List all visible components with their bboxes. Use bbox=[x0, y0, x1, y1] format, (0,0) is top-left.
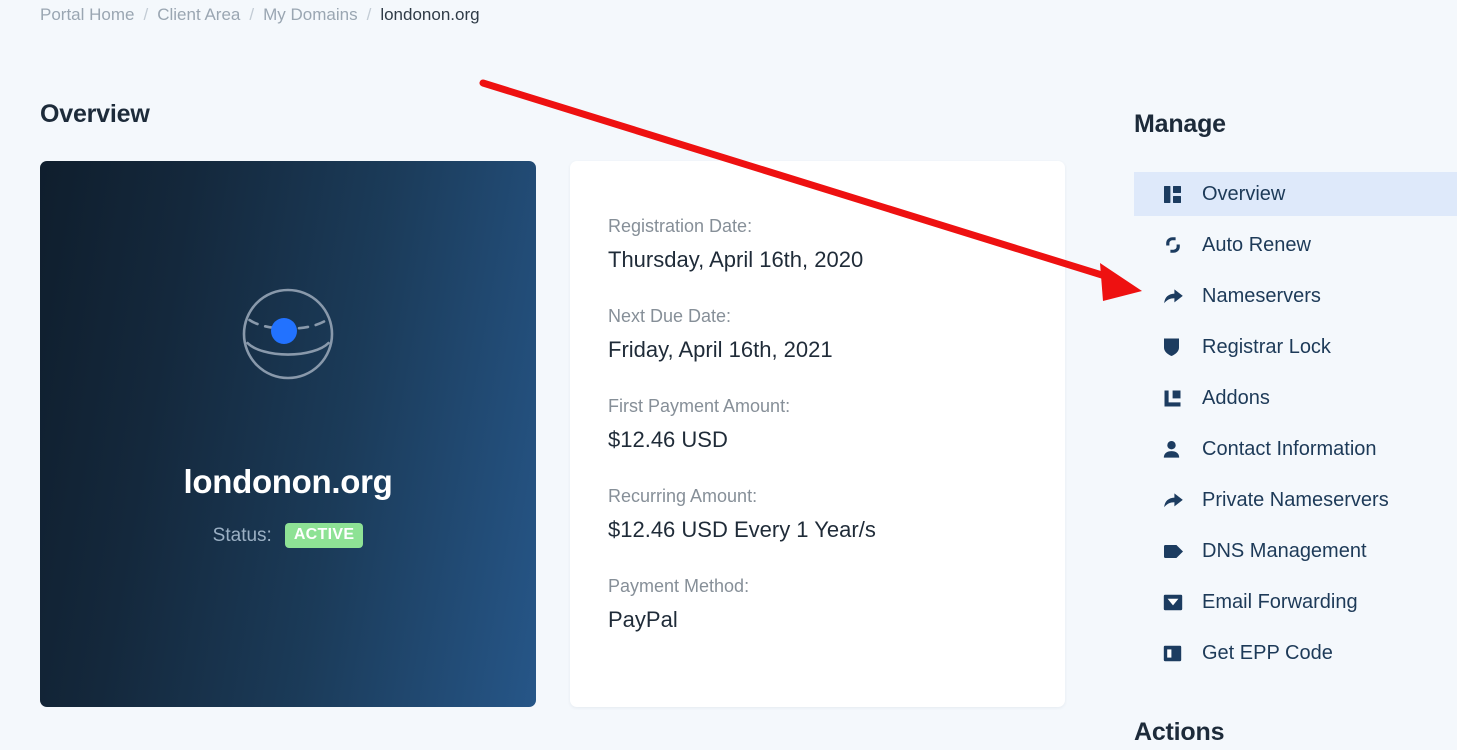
status-badge: ACTIVE bbox=[284, 523, 364, 548]
overview-cards-row: londonon.org Status: ACTIVE Registration… bbox=[40, 161, 1065, 707]
sidebar-item-auto-renew[interactable]: Auto Renew bbox=[1134, 223, 1457, 267]
addons-icon bbox=[1163, 389, 1193, 408]
detail-label: Next Due Date: bbox=[608, 306, 732, 326]
sidebar-item-label: Registrar Lock bbox=[1202, 336, 1331, 358]
sidebar-item-label: Private Nameservers bbox=[1202, 489, 1389, 511]
detail-field-next-due-date: Next Due Date: Friday, April 16th, 2021 bbox=[608, 303, 1065, 364]
sidebar-item-email-forwarding[interactable]: Email Forwarding bbox=[1134, 580, 1457, 624]
sidebar-item-label: Overview bbox=[1202, 183, 1286, 205]
page-title: Overview bbox=[40, 100, 150, 128]
sidebar-item-label: Auto Renew bbox=[1202, 234, 1311, 256]
detail-label: Payment Method: bbox=[608, 576, 750, 596]
detail-value: $12.46 USD bbox=[608, 427, 728, 452]
detail-value: Thursday, April 16th, 2020 bbox=[608, 247, 864, 272]
breadcrumb-item-current: londonon.org bbox=[380, 5, 480, 24]
detail-label: First Payment Amount: bbox=[608, 396, 791, 416]
breadcrumb-item-client-area[interactable]: Client Area bbox=[157, 3, 240, 27]
layout-columns-icon bbox=[1163, 185, 1193, 204]
sidebar-item-dns-management[interactable]: DNS Management bbox=[1134, 529, 1457, 573]
domain-summary-card: londonon.org Status: ACTIVE bbox=[40, 161, 536, 707]
domain-details-card: Registration Date: Thursday, April 16th,… bbox=[570, 161, 1065, 707]
sidebar-item-overview[interactable]: Overview bbox=[1134, 172, 1457, 216]
sidebar-item-addons[interactable]: Addons bbox=[1134, 376, 1457, 420]
envelope-icon bbox=[1163, 594, 1193, 611]
sidebar-heading-actions: Actions bbox=[1134, 718, 1225, 746]
detail-label: Registration Date: bbox=[608, 216, 753, 236]
breadcrumb-separator: / bbox=[366, 5, 372, 24]
detail-value: $12.46 USD Every 1 Year/s bbox=[608, 517, 876, 542]
forward-arrow-icon bbox=[1163, 491, 1193, 510]
domain-name: londonon.org bbox=[183, 463, 393, 500]
breadcrumb: Portal Home / Client Area / My Domains /… bbox=[40, 3, 480, 27]
detail-field-first-payment-amount: First Payment Amount: $12.46 USD bbox=[608, 393, 1065, 454]
sidebar-item-label: DNS Management bbox=[1202, 540, 1367, 562]
status-label: Status: bbox=[212, 524, 272, 546]
breadcrumb-item-my-domains[interactable]: My Domains bbox=[263, 3, 357, 27]
sidebar-item-label: Contact Information bbox=[1202, 438, 1377, 460]
sidebar-item-private-nameservers[interactable]: Private Nameservers bbox=[1134, 478, 1457, 522]
detail-field-registration-date: Registration Date: Thursday, April 16th,… bbox=[608, 213, 1065, 274]
sidebar-item-label: Nameservers bbox=[1202, 285, 1321, 307]
manage-menu: Overview Auto Renew Nameservers Registra… bbox=[1134, 172, 1457, 682]
sidebar-item-label: Addons bbox=[1202, 387, 1270, 409]
shield-icon bbox=[1163, 337, 1193, 357]
code-box-icon bbox=[1163, 645, 1193, 662]
sidebar-heading-manage: Manage bbox=[1134, 110, 1226, 138]
breadcrumb-separator: / bbox=[143, 5, 149, 24]
manage-sidebar: Manage Overview Auto Renew Nameservers R… bbox=[1134, 0, 1457, 750]
main-content: Overview londonon.org Status: ACTIVE Reg… bbox=[40, 100, 1065, 707]
sidebar-item-registrar-lock[interactable]: Registrar Lock bbox=[1134, 325, 1457, 369]
sidebar-item-label: Get EPP Code bbox=[1202, 642, 1333, 664]
breadcrumb-separator: / bbox=[249, 5, 255, 24]
sidebar-item-contact-information[interactable]: Contact Information bbox=[1134, 427, 1457, 471]
sidebar-item-label: Email Forwarding bbox=[1202, 591, 1358, 613]
forward-arrow-icon bbox=[1163, 287, 1193, 306]
sync-icon bbox=[1163, 235, 1193, 255]
sidebar-item-get-epp-code[interactable]: Get EPP Code bbox=[1134, 631, 1457, 675]
detail-field-recurring-amount: Recurring Amount: $12.46 USD Every 1 Yea… bbox=[608, 483, 1065, 544]
person-icon bbox=[1163, 440, 1193, 459]
tag-icon bbox=[1163, 544, 1193, 559]
domain-status-row: Status: ACTIVE bbox=[213, 523, 364, 548]
detail-value: PayPal bbox=[608, 607, 678, 632]
detail-value: Friday, April 16th, 2021 bbox=[608, 337, 833, 362]
sidebar-item-nameservers[interactable]: Nameservers bbox=[1134, 274, 1457, 318]
globe-icon bbox=[241, 287, 335, 381]
detail-label: Recurring Amount: bbox=[608, 486, 758, 506]
detail-field-payment-method: Payment Method: PayPal bbox=[608, 573, 1065, 634]
breadcrumb-item-portal-home[interactable]: Portal Home bbox=[40, 3, 134, 27]
